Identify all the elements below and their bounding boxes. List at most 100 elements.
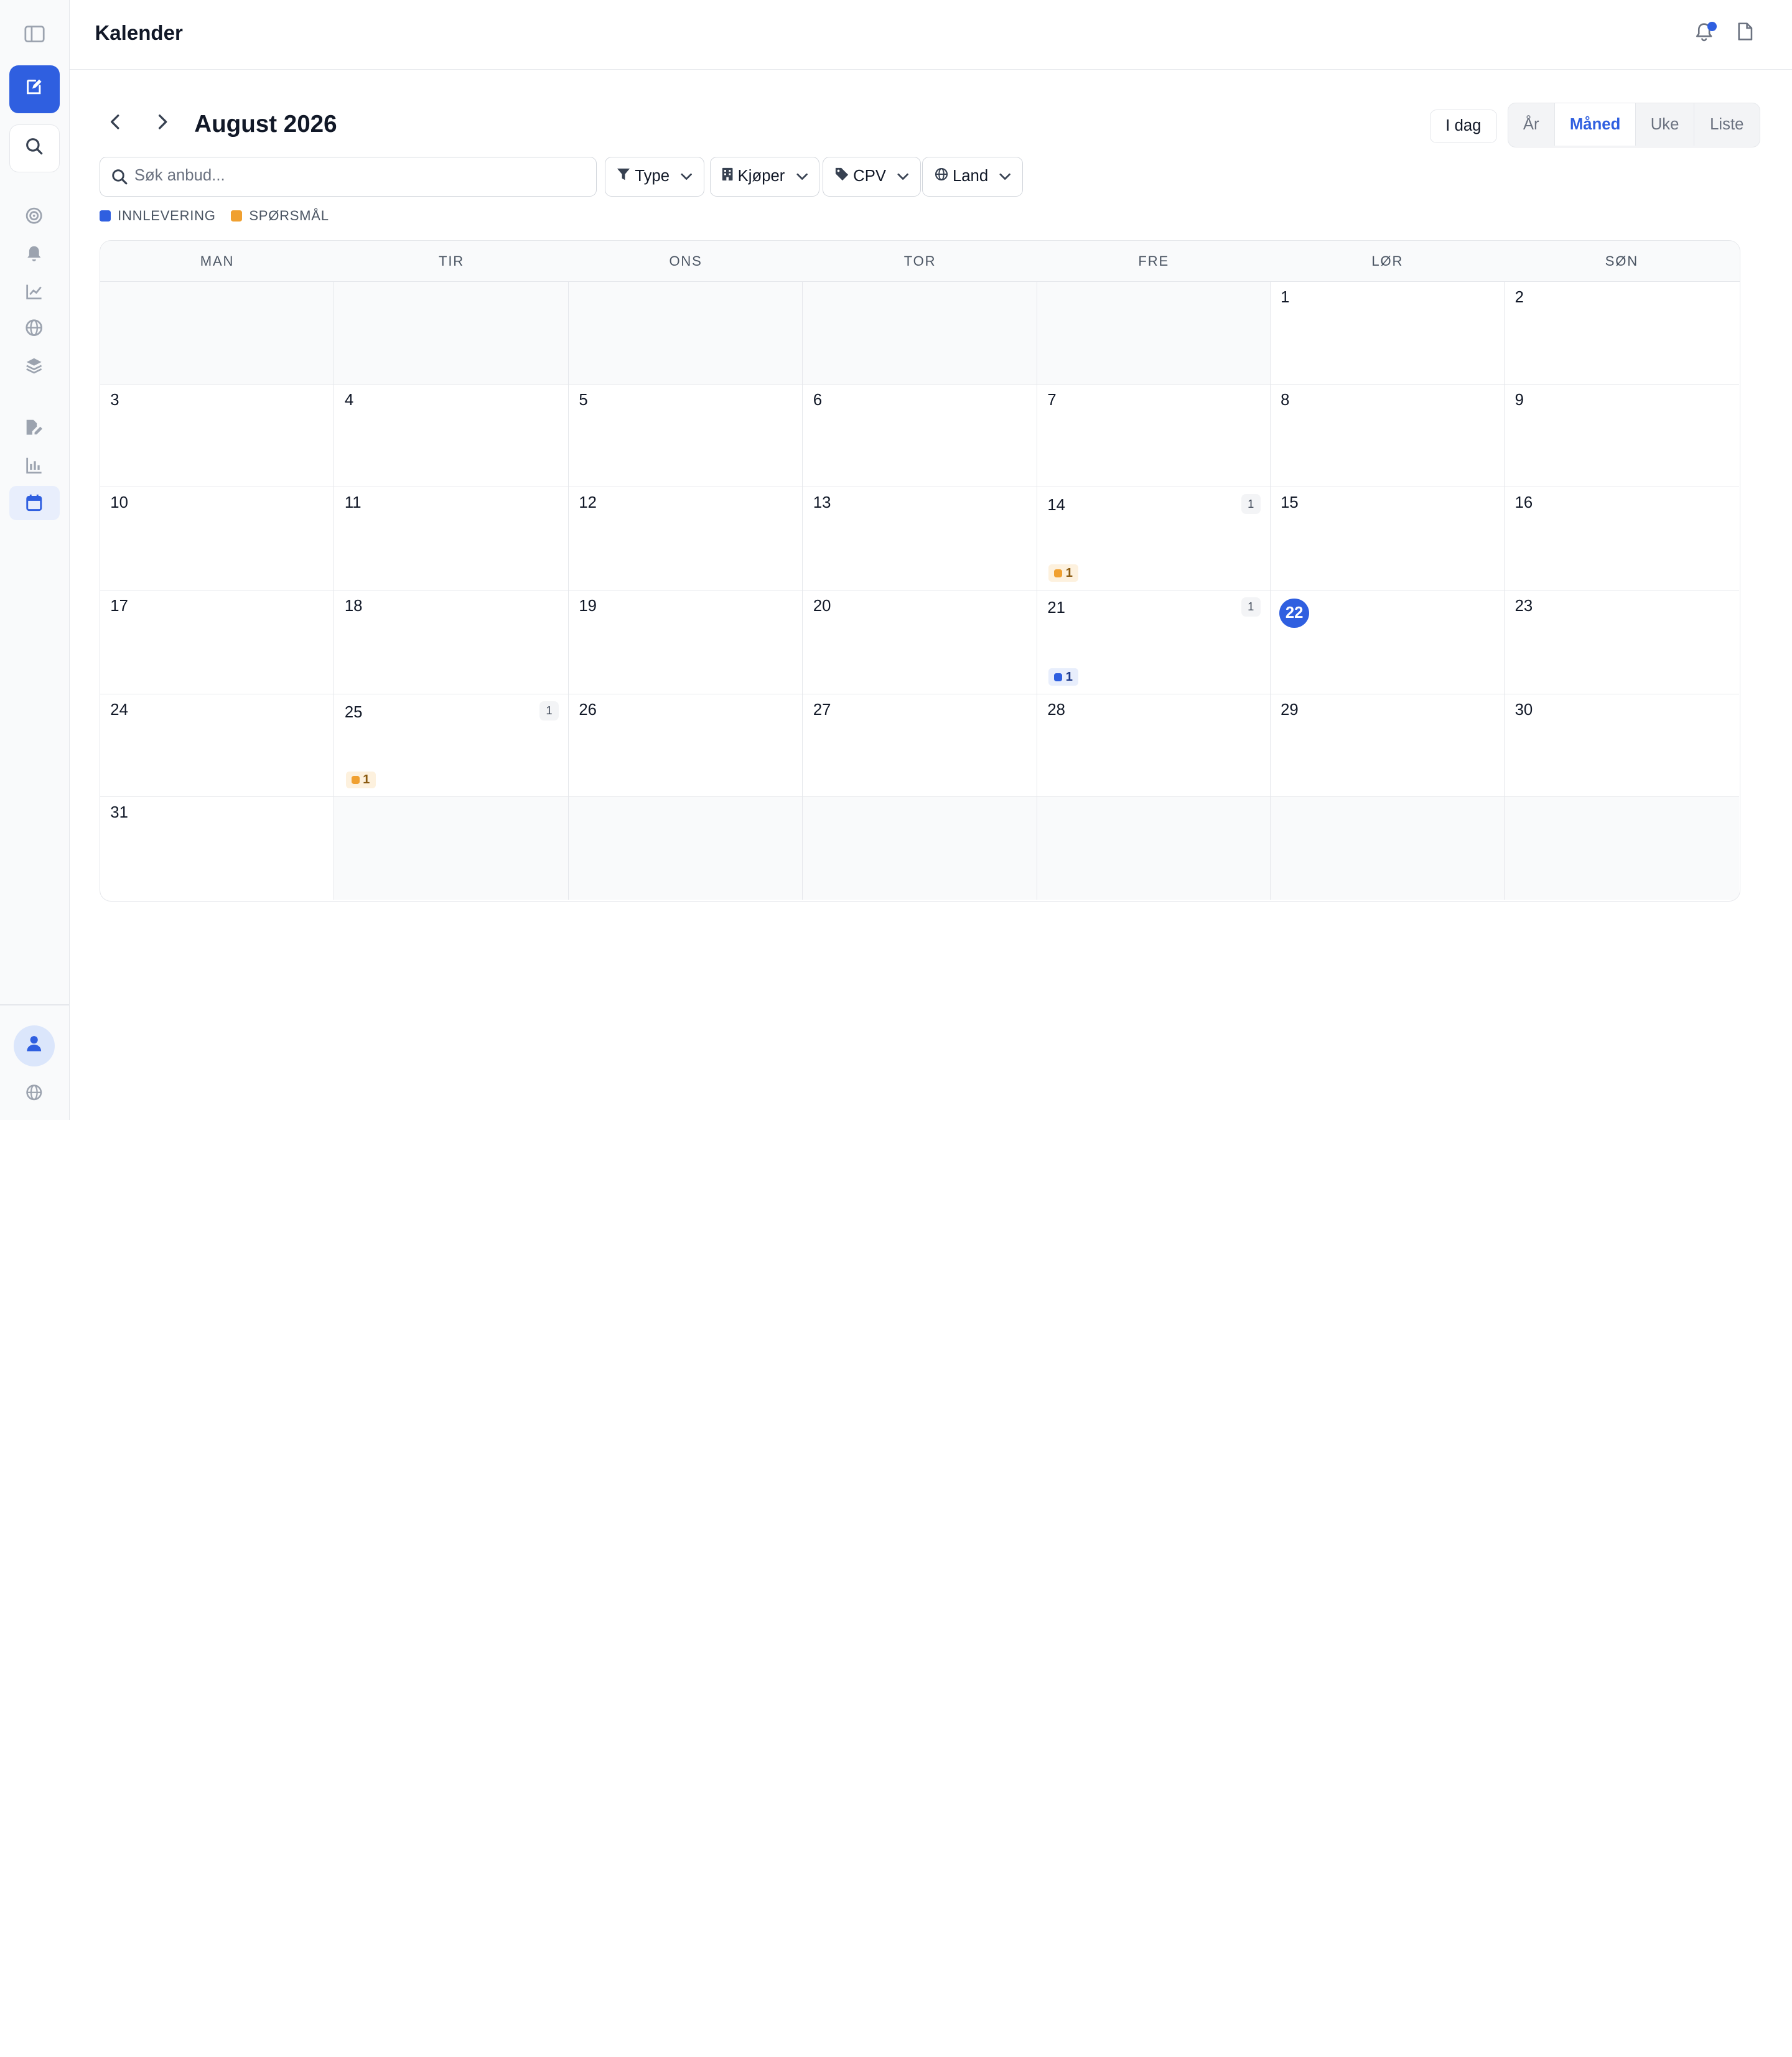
event-type-dot <box>1054 569 1063 577</box>
event-type-dot <box>1054 673 1063 681</box>
notifications-button[interactable] <box>1690 21 1717 48</box>
submission-event-chip[interactable]: 1 <box>1048 668 1079 686</box>
sidebar <box>0 0 70 1120</box>
day-number: 30 <box>1514 701 1533 719</box>
day-number: 9 <box>1514 391 1524 409</box>
prev-month-button[interactable] <box>101 111 129 138</box>
calendar-day-cell[interactable]: 10 <box>100 487 335 590</box>
target-icon[interactable] <box>9 199 60 233</box>
tag-icon <box>835 167 849 185</box>
day-number: 2 <box>1514 288 1524 306</box>
day-number: 10 <box>110 494 128 512</box>
calendar-day-cell[interactable]: 15 <box>1270 487 1505 590</box>
search-input[interactable] <box>134 157 586 195</box>
day-number: 13 <box>813 494 831 512</box>
day-number: 8 <box>1281 391 1290 409</box>
view-month-button[interactable]: Måned <box>1554 103 1636 146</box>
legend-label: INNLEVERING <box>118 208 216 224</box>
calendar-day-cell[interactable]: 26 <box>568 694 803 798</box>
calendar-day-cell[interactable]: 14 1 1 <box>1037 487 1271 590</box>
bar-chart-icon[interactable] <box>9 448 60 482</box>
globe-icon[interactable] <box>9 311 60 345</box>
calendar-cell-empty <box>803 281 1037 385</box>
calendar-day-cell[interactable]: 27 <box>803 694 1037 798</box>
document-edit-icon[interactable] <box>9 410 60 444</box>
day-number: 3 <box>110 391 119 409</box>
legend-item-question: SPØRSMÅL <box>231 208 329 224</box>
day-number: 17 <box>110 597 128 615</box>
legend-item-submission: INNLEVERING <box>99 208 216 224</box>
sidebar-toggle-icon[interactable] <box>9 17 60 52</box>
calendar-cell-empty <box>334 281 569 385</box>
calendar-day-cell[interactable]: 11 <box>334 487 569 590</box>
calendar-day-cell[interactable]: 9 <box>1505 385 1739 488</box>
event-chip-count: 1 <box>363 773 370 787</box>
calendar-day-cell[interactable]: 21 1 1 <box>1037 590 1271 694</box>
calendar-day-cell[interactable]: 2 <box>1505 282 1739 385</box>
legend-swatch <box>231 210 243 222</box>
app-root: Kalender August 2026 I dag År Måned Uke … <box>0 0 1792 1120</box>
day-number: 23 <box>1514 597 1533 615</box>
calendar-day-cell[interactable]: 6 <box>803 385 1037 488</box>
calendar-cell-empty <box>1037 281 1271 385</box>
calendar-day-cell[interactable]: 19 <box>568 590 803 694</box>
calendar-day-cell[interactable]: 3 <box>100 385 335 488</box>
event-count-badge: 1 <box>539 701 559 721</box>
weekday-label: SØN <box>1605 253 1638 269</box>
calendar-day-cell[interactable]: 31 <box>100 797 335 900</box>
calendar-day-cell[interactable]: 22 <box>1270 590 1505 694</box>
calendar-day-cell[interactable]: 23 <box>1505 590 1739 694</box>
calendar-day-cell[interactable]: 25 1 1 <box>334 694 569 798</box>
calendar-cell-empty <box>803 797 1037 900</box>
new-item-button[interactable] <box>9 65 60 113</box>
day-number: 6 <box>813 391 823 409</box>
event-chip-count: 1 <box>1065 669 1073 684</box>
question-event-chip[interactable]: 1 <box>1048 564 1079 582</box>
question-event-chip[interactable]: 1 <box>345 771 376 789</box>
user-icon <box>25 1034 43 1057</box>
view-year-button[interactable]: År <box>1508 103 1555 146</box>
calendar-day-cell[interactable]: 13 <box>803 487 1037 590</box>
language-globe-icon[interactable] <box>9 1075 60 1109</box>
calendar-day-cell[interactable]: 28 <box>1037 694 1271 798</box>
day-number: 20 <box>813 597 831 615</box>
today-button[interactable]: I dag <box>1429 110 1498 143</box>
view-week-button[interactable]: Uke <box>1636 103 1694 146</box>
calendar-day-cell[interactable]: 18 <box>334 590 569 694</box>
day-number: 16 <box>1514 494 1533 512</box>
calendar-day-cell[interactable]: 8 <box>1270 385 1505 488</box>
filter-buyer-dropdown[interactable]: Kjøper <box>709 156 820 197</box>
calendar-day-cell[interactable]: 17 <box>100 590 335 694</box>
calendar-day-cell[interactable]: 12 <box>568 487 803 590</box>
calendar-day-cell[interactable]: 4 <box>334 385 569 488</box>
calendar-day-cell[interactable]: 29 <box>1270 694 1505 798</box>
globe-icon <box>935 167 948 185</box>
calendar-day-cell[interactable]: 16 <box>1505 487 1739 590</box>
layers-icon[interactable] <box>9 348 60 383</box>
calendar-icon[interactable] <box>9 485 60 520</box>
filter-country-dropdown[interactable]: Land <box>922 156 1024 197</box>
calendar-cell-empty <box>568 281 803 385</box>
calendar-day-cell[interactable]: 20 <box>803 590 1037 694</box>
calendar-day-cell[interactable]: 1 <box>1270 281 1505 385</box>
funnel-icon <box>617 167 630 185</box>
calendar-day-cell[interactable]: 5 <box>568 385 803 488</box>
calendar-cell-empty <box>334 797 569 900</box>
calendar-day-cell[interactable]: 24 <box>100 694 335 798</box>
chevron-right-icon <box>157 114 168 135</box>
calendar-day-cell[interactable]: 30 <box>1505 694 1739 798</box>
user-avatar[interactable] <box>14 1025 55 1066</box>
day-number: 31 <box>110 804 128 822</box>
next-month-button[interactable] <box>149 111 176 138</box>
calendar-day-cell[interactable]: 7 <box>1037 385 1271 488</box>
filter-cpv-dropdown[interactable]: CPV <box>823 156 922 197</box>
day-number: 29 <box>1281 701 1299 719</box>
sidebar-search-button[interactable] <box>9 124 60 173</box>
view-list-button[interactable]: Liste <box>1694 103 1760 146</box>
filter-type-dropdown[interactable]: Type <box>604 156 705 197</box>
day-number: 14 <box>1047 497 1065 515</box>
day-number: 25 <box>344 703 363 721</box>
bell-icon[interactable] <box>9 236 60 271</box>
document-button[interactable] <box>1732 21 1759 48</box>
trend-chart-icon[interactable] <box>9 274 60 309</box>
